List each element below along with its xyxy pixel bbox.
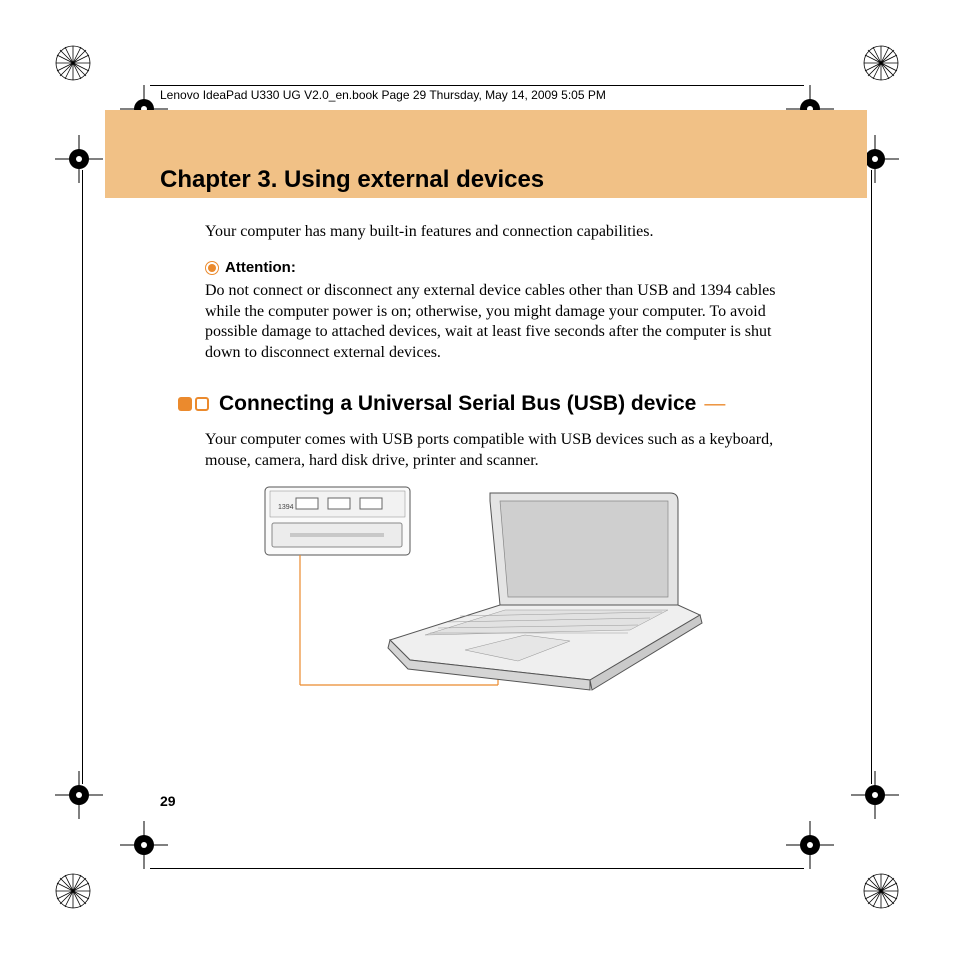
crop-line [150,868,804,869]
section-heading: Connecting a Universal Serial Bus (USB) … [178,392,799,416]
crosshair-icon [55,771,103,819]
intro-text: Your computer has many built-in features… [205,222,799,243]
section-title: Connecting a Universal Serial Bus (USB) … [219,392,696,416]
laptop-usb-figure: 1394 [260,485,710,705]
section-separator: — [704,392,724,416]
registration-mark-icon [863,45,899,81]
attention-icon [205,261,219,275]
registration-mark-icon [55,45,91,81]
crosshair-icon [786,821,834,869]
callout-1394-label: 1394 [278,504,294,511]
crop-line [82,170,83,784]
attention-body: Do not connect or disconnect any externa… [205,281,799,363]
crosshair-icon [851,771,899,819]
crop-line [150,85,804,86]
crosshair-icon [55,135,103,183]
page-number: 29 [160,793,176,809]
registration-mark-icon [55,873,91,909]
page: Lenovo IdeaPad U330 UG V2.0_en.book Page… [0,0,954,954]
attention-block: Attention: Do not connect or disconnect … [205,258,799,363]
crop-line [871,170,872,784]
section-bullet-icon [178,397,209,411]
page-header: Lenovo IdeaPad U330 UG V2.0_en.book Page… [160,88,794,102]
crosshair-icon [120,821,168,869]
chapter-title: Chapter 3. Using external devices [160,166,544,194]
registration-mark-icon [863,873,899,909]
section-body: Your computer comes with USB ports compa… [205,430,799,472]
attention-label: Attention: [225,258,296,277]
